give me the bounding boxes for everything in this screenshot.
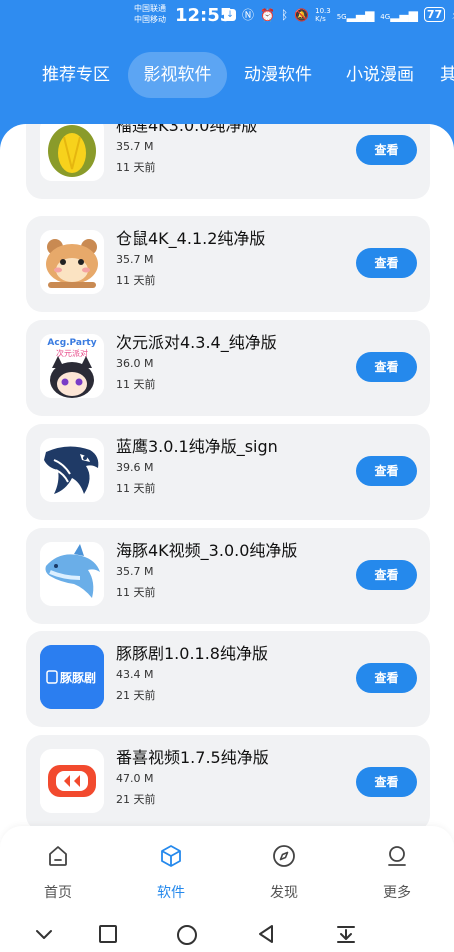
- back-icon[interactable]: [256, 924, 276, 944]
- app-time: 11 天前: [116, 161, 156, 174]
- app-size: 43.4 M: [116, 668, 154, 681]
- app-title: 海豚4K视频_3.0.0纯净版: [116, 541, 298, 560]
- bluetooth-icon: ᛒ: [280, 7, 289, 22]
- app-size: 35.7 M: [116, 140, 154, 153]
- app-size: 35.7 M: [116, 565, 154, 578]
- app-title: 豚豚剧1.0.1.8纯净版: [116, 644, 268, 663]
- app-size: 39.6 M: [116, 461, 154, 474]
- app-title: 榴莲4K3.0.0纯净版: [116, 124, 258, 135]
- carrier-2: 中国移动: [134, 15, 166, 24]
- list-item[interactable]: 仓鼠4K_4.1.2纯净版 35.7 M 11 天前 查看: [26, 216, 430, 312]
- nfc-icon: Ⓝ: [242, 8, 255, 22]
- hamster-icon: [40, 230, 104, 294]
- status-icons: ↓ Ⓝ ⏰ ᛒ 🔕 10.3 K/s 5G▂▄▆ 4G▂▄▆ 77 ⚡: [224, 6, 454, 23]
- app-size: 36.0 M: [116, 357, 154, 370]
- carrier-info: 中国联通 中国移动: [134, 3, 166, 25]
- recent-apps-icon[interactable]: [98, 924, 118, 944]
- acg-party-icon: Acg.Party 次元派对: [40, 334, 104, 398]
- svg-text:次元派对: 次元派对: [56, 348, 88, 358]
- app-time: 11 天前: [116, 378, 156, 391]
- app-title: 番喜视频1.7.5纯净版: [116, 748, 269, 767]
- list-item[interactable]: 榴莲4K3.0.0纯净版 35.7 M 11 天前 查看: [26, 124, 430, 199]
- nav-software-label: 软件: [157, 885, 185, 901]
- nav-more-label: 更多: [383, 885, 411, 901]
- notification-drawer-icon[interactable]: [336, 924, 356, 944]
- view-button[interactable]: 查看: [356, 456, 417, 486]
- tab-other[interactable]: 其: [440, 52, 454, 98]
- app-time: 11 天前: [116, 274, 156, 287]
- nav-home-label: 首页: [44, 885, 72, 901]
- app-title: 仓鼠4K_4.1.2纯净版: [116, 229, 266, 248]
- app-title: 次元派对4.3.4_纯净版: [116, 333, 277, 352]
- eagle-icon: [40, 438, 104, 502]
- nav-discover-label: 发现: [270, 885, 298, 901]
- mute-icon: 🔕: [294, 7, 310, 22]
- view-button[interactable]: 查看: [356, 352, 417, 382]
- list-item[interactable]: 蓝鹰3.0.1纯净版_sign 39.6 M 11 天前 查看: [26, 424, 430, 520]
- nav-software[interactable]: 软件: [131, 844, 211, 902]
- tab-novel-comics[interactable]: 小说漫画: [337, 52, 423, 98]
- signal-4g: 4G▂▄▆: [380, 7, 418, 22]
- status-bar: 中国联通 中国移动 12:55 ↓ Ⓝ ⏰ ᛒ 🔕 10.3 K/s 5G▂▄▆…: [0, 0, 454, 34]
- net-speed: 10.3 K/s: [315, 6, 331, 23]
- alarm-icon: ⏰: [260, 7, 275, 22]
- app-title: 蓝鹰3.0.1纯净版_sign: [116, 437, 278, 456]
- home-icon: [49, 846, 67, 866]
- durian-icon: [40, 124, 104, 181]
- dolphin-icon: [40, 542, 104, 606]
- app-time: 21 天前: [116, 689, 156, 702]
- view-button[interactable]: 查看: [356, 767, 417, 797]
- tab-video-software[interactable]: 影视软件: [128, 52, 227, 98]
- tab-anime-software[interactable]: 动漫软件: [235, 52, 321, 98]
- bottom-navigation: 首页 软件 发现 更多: [0, 826, 454, 918]
- tab-recommended[interactable]: 推荐专区: [33, 52, 119, 98]
- view-button[interactable]: 查看: [356, 248, 417, 278]
- list-item[interactable]: 豚豚剧 豚豚剧1.0.1.8纯净版 43.4 M 21 天前 查看: [26, 631, 430, 727]
- view-button[interactable]: 查看: [356, 560, 417, 590]
- cube-icon: [161, 845, 181, 867]
- signal-5g: 5G▂▄▆: [336, 7, 375, 22]
- nav-discover[interactable]: 发现: [244, 844, 324, 902]
- system-navigation-bar: [0, 918, 454, 952]
- tuntunju-icon: 豚豚剧: [40, 645, 104, 709]
- nav-more[interactable]: 更多: [357, 844, 437, 902]
- compass-icon: [273, 845, 295, 867]
- view-button[interactable]: 查看: [356, 135, 417, 165]
- carrier-1: 中国联通: [134, 4, 166, 13]
- list-item[interactable]: Acg.Party 次元派对 次元派对4.3.4_纯净版 36.0 M 11 天…: [26, 320, 430, 416]
- app-size: 47.0 M: [116, 772, 154, 785]
- app-time: 11 天前: [116, 482, 156, 495]
- app-size: 35.7 M: [116, 253, 154, 266]
- home-button-icon[interactable]: [176, 924, 198, 946]
- list-item[interactable]: 番喜视频1.7.5纯净版 47.0 M 21 天前 查看: [26, 735, 430, 831]
- person-icon: [388, 846, 406, 866]
- svg-text:Acg.Party: Acg.Party: [47, 338, 96, 348]
- fanxi-icon: [40, 749, 104, 813]
- svg-text:豚豚剧: 豚豚剧: [59, 670, 96, 685]
- download-icon: ↓: [224, 8, 236, 21]
- category-tabs: 推荐专区 影视软件 动漫软件 小说漫画 其: [0, 52, 454, 98]
- app-time: 11 天前: [116, 586, 156, 599]
- list-item[interactable]: 海豚4K视频_3.0.0纯净版 35.7 M 11 天前 查看: [26, 528, 430, 624]
- app-time: 21 天前: [116, 793, 156, 806]
- chevron-down-icon[interactable]: [34, 924, 54, 944]
- nav-home[interactable]: 首页: [18, 844, 98, 902]
- view-button[interactable]: 查看: [356, 663, 417, 693]
- app-list: 榴莲4K3.0.0纯净版 35.7 M 11 天前 查看 仓鼠4K_4.1.2纯…: [0, 124, 454, 834]
- battery-indicator: 77: [423, 7, 446, 22]
